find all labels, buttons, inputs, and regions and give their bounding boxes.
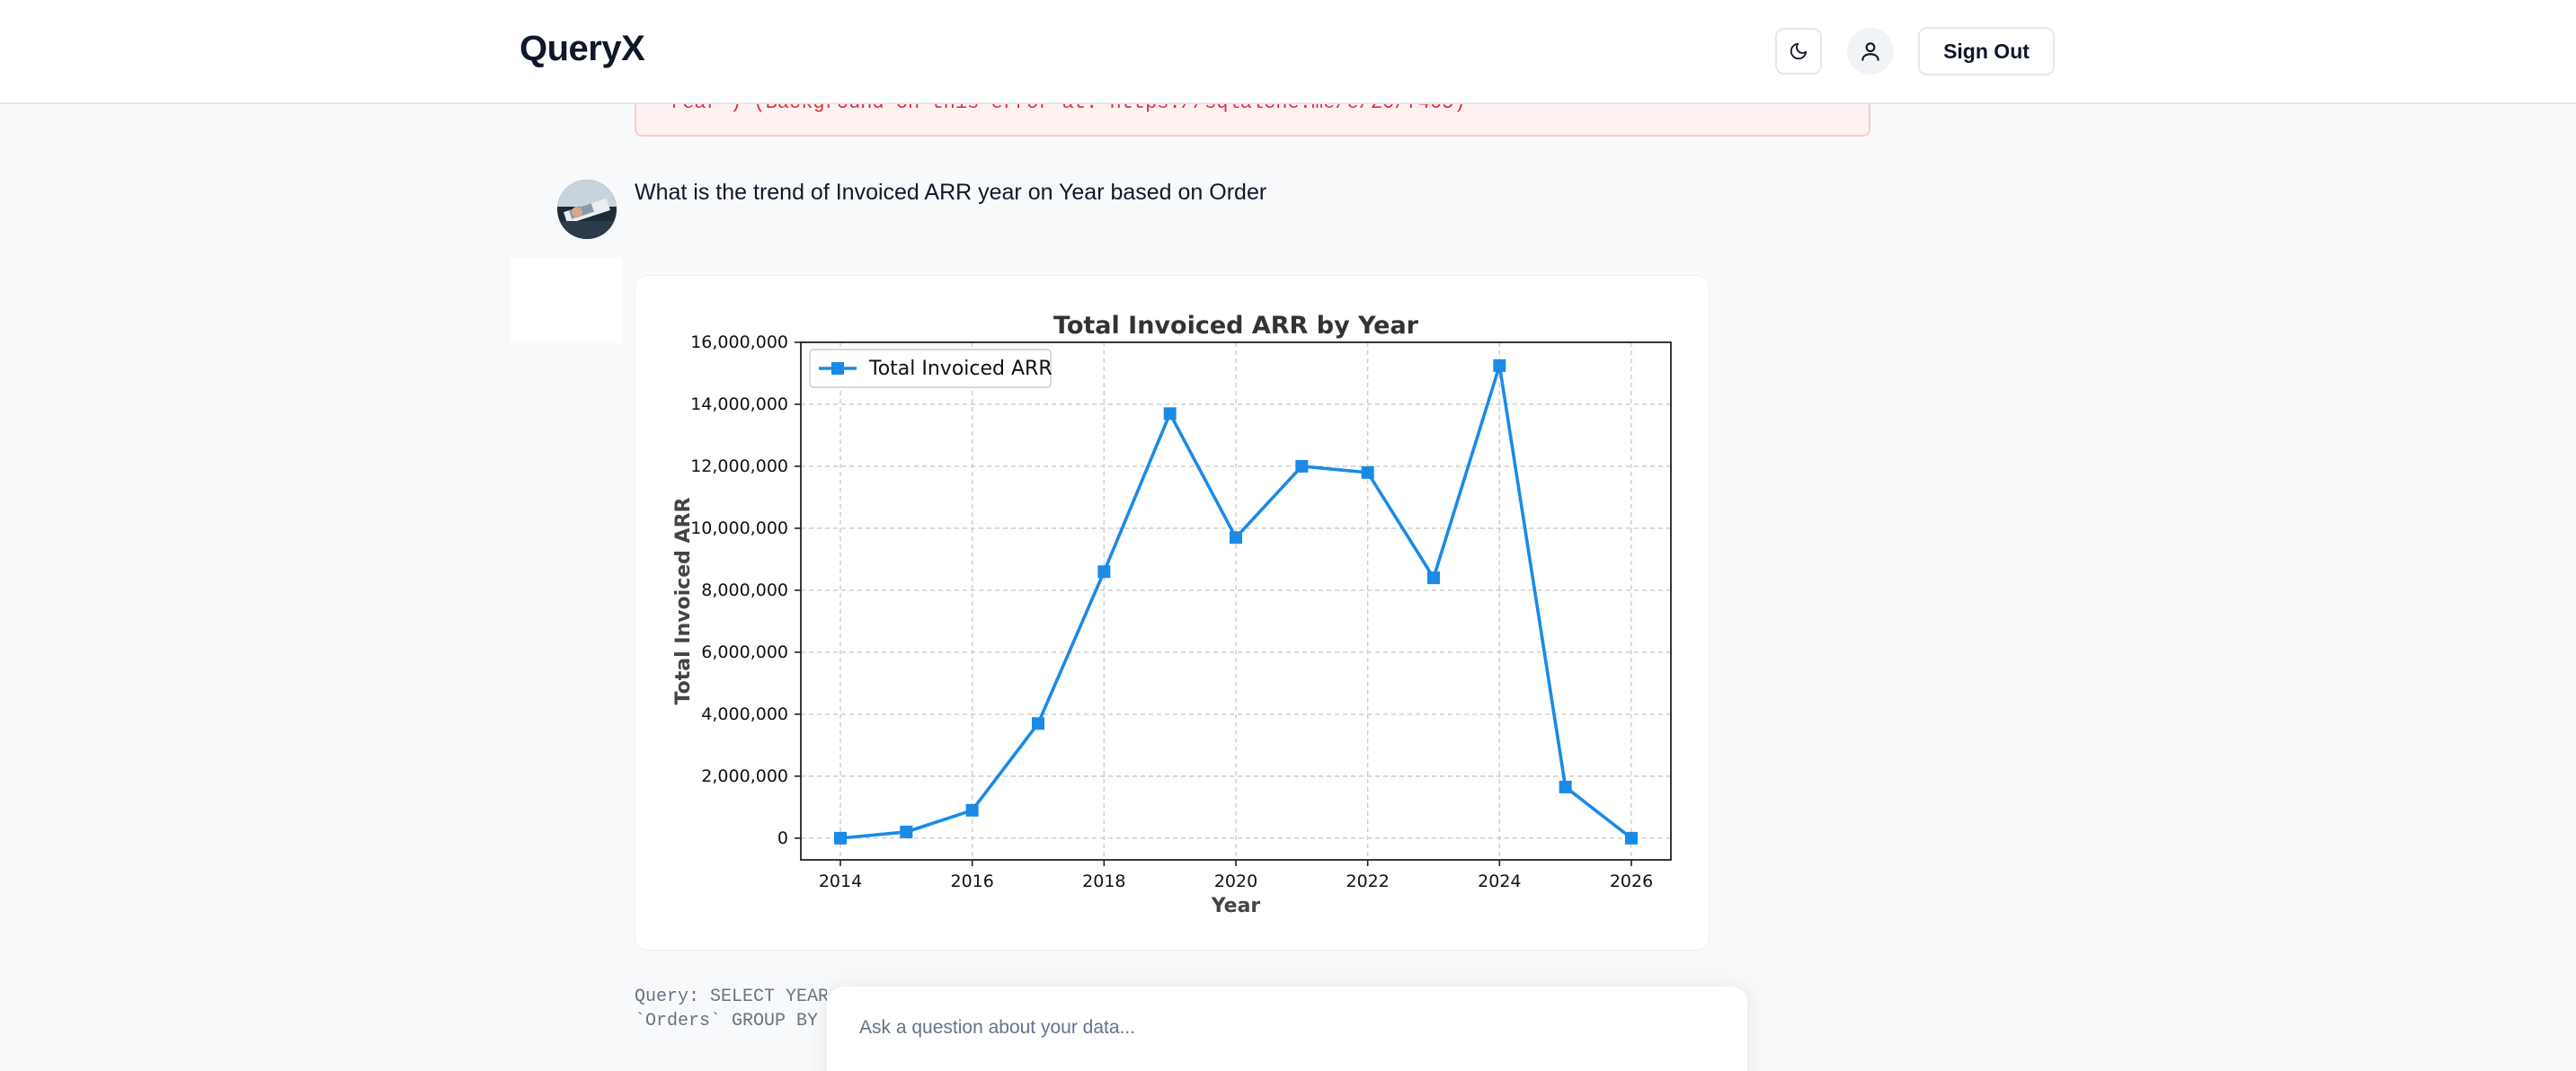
chart-card: 2014 2016 2018 2020 2022 2024 2026 0 2,000,000 4,… — [635, 275, 1710, 951]
data-point — [1163, 407, 1177, 420]
moon-icon — [1790, 42, 1808, 60]
data-point — [1097, 565, 1111, 579]
line-chart: 2014 2016 2018 2020 2022 2024 2026 0 2,000,000 4,… — [672, 312, 1672, 917]
theme-toggle-button[interactable] — [1775, 28, 1822, 75]
legend-marker — [831, 362, 844, 375]
data-point — [1361, 465, 1374, 479]
sql-query: Query: SELECT YEAR(` `Orders` GROUP BY Y — [635, 985, 850, 1033]
x-tick-label: 2020 — [1214, 872, 1257, 891]
data-point — [1625, 831, 1638, 845]
user-icon — [1861, 42, 1879, 61]
ask-input[interactable] — [859, 1017, 1704, 1039]
data-point — [1559, 780, 1572, 793]
data-point — [1427, 571, 1440, 585]
data-point — [1295, 459, 1309, 473]
y-tick-label: 10,000,000 — [690, 518, 788, 538]
user-avatar — [557, 180, 617, 239]
app-logo[interactable]: QueryX — [520, 29, 645, 69]
y-tick-label: 14,000,000 — [690, 394, 788, 414]
side-card — [511, 257, 622, 343]
user-question: What is the trend of Invoiced ARR year o… — [635, 180, 1267, 205]
x-axis-label: Year — [1211, 895, 1261, 917]
data-point — [900, 825, 913, 838]
sql-query-line-1: Query: SELECT YEAR(` — [635, 987, 851, 1007]
x-tick-label: 2016 — [950, 872, 993, 891]
chart-title: Total Invoiced ARR by Year — [1053, 312, 1419, 340]
y-tick-label: 12,000,000 — [690, 456, 788, 476]
y-axis-label: Total Invoiced ARR — [672, 498, 695, 705]
ask-box — [827, 987, 1747, 1071]
sql-query-line-2: `Orders` GROUP BY Y — [635, 1011, 840, 1031]
x-tick-label: 2026 — [1610, 872, 1653, 891]
y-tick-label: 4,000,000 — [701, 704, 788, 724]
data-point — [1032, 717, 1044, 730]
sign-out-button[interactable]: Sign Out — [1918, 27, 2055, 75]
x-tick-label: 2018 — [1082, 872, 1125, 891]
user-menu-button[interactable] — [1847, 28, 1894, 75]
x-tick-label: 2022 — [1346, 872, 1389, 891]
data-point — [1230, 531, 1242, 544]
x-tick-label: 2014 — [819, 872, 862, 891]
data-point — [834, 831, 847, 845]
y-tick-label: 0 — [777, 828, 788, 848]
data-point — [1493, 358, 1506, 372]
y-tick-label: 16,000,000 — [690, 332, 788, 352]
y-tick-label: 8,000,000 — [701, 580, 788, 600]
legend-label: Total Invoiced ARR — [868, 358, 1053, 380]
y-tick-label: 2,000,000 — [701, 766, 788, 786]
y-tick-label: 6,000,000 — [701, 642, 788, 662]
app-header: QueryX Sign Out — [0, 0, 2576, 104]
data-point — [965, 803, 979, 817]
x-tick-label: 2024 — [1478, 872, 1521, 891]
